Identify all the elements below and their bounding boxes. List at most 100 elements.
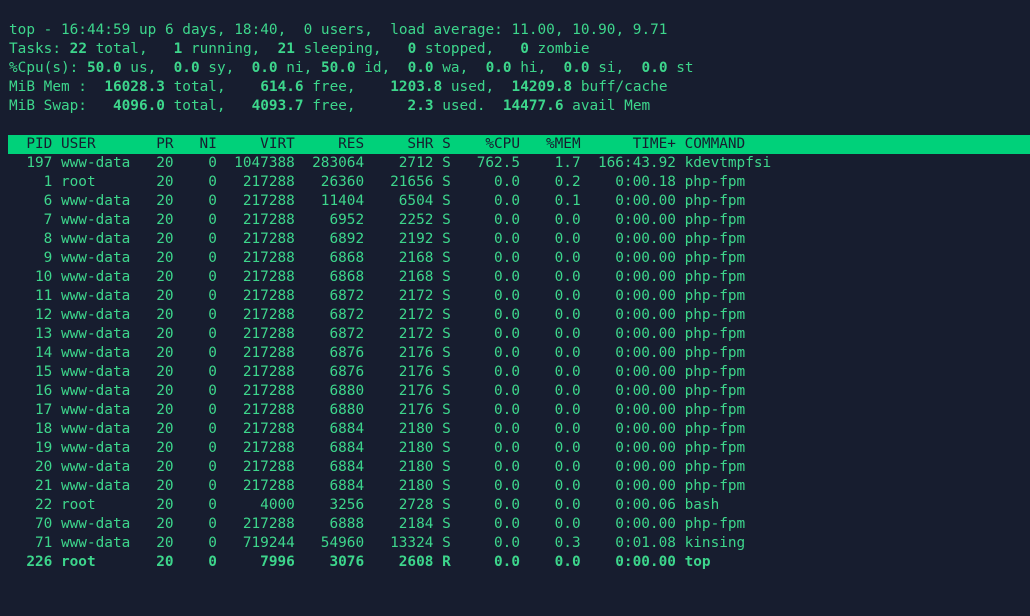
cell-cpu: 0.0: [494, 345, 521, 361]
summary-label: ni,: [277, 60, 321, 76]
cell-cpu: 0.0: [494, 421, 521, 437]
process-row[interactable]: 6 www-data 20 0 217288 11404 6504 S 0.0 0.1 0:00.0…: [9, 192, 1030, 211]
cell-user: www-data: [60, 459, 131, 475]
cell-state: S: [442, 269, 451, 285]
summary-value: 14477.6: [502, 98, 564, 114]
process-row[interactable]: 19 www-data 20 0 217288 6884 2180 S 0.0 0.0 0:00.0…: [9, 439, 1030, 458]
cell-user: www-data: [60, 307, 131, 323]
cell-cpu: 0.0: [494, 364, 521, 380]
cell-ni: 0: [208, 231, 217, 247]
cell-time: 0:00.00: [615, 212, 676, 228]
process-row[interactable]: 20 www-data 20 0 217288 6884 2180 S 0.0 0.0 0:00.0…: [9, 458, 1030, 477]
cell-ni: 0: [208, 250, 217, 266]
process-row[interactable]: 8 www-data 20 0 217288 6892 2192 S 0.0 0.0 0:00.00…: [9, 230, 1030, 249]
process-row[interactable]: 14 www-data 20 0 217288 6876 2176 S 0.0 0.0 0:00.0…: [9, 344, 1030, 363]
cell-virt: 7996: [260, 554, 295, 570]
summary-value: 16028.3: [104, 79, 165, 95]
process-row[interactable]: 1 root 20 0 217288 26360 21656 S 0.0 0.2 0:00.18 ph…: [9, 173, 1030, 192]
cell-pid: 17: [34, 402, 53, 418]
cell-shr: 2168: [398, 269, 434, 285]
process-row[interactable]: 10 www-data 20 0 217288 6868 2168 S 0.0 0.0 0:00.0…: [9, 268, 1030, 287]
cell-virt: 217288: [242, 402, 295, 418]
process-row[interactable]: 71 www-data 20 0 719244 54960 13324 S 0.0 0.3 0:01…: [9, 534, 1030, 553]
cell-res: 26360: [320, 174, 365, 190]
cell-virt: 217288: [242, 269, 295, 285]
column-header-time: TIME+: [632, 136, 676, 152]
process-row[interactable]: 13 www-data 20 0 217288 6872 2172 S 0.0 0.0 0:00.0…: [9, 325, 1030, 344]
summary-label: sy,: [199, 60, 252, 76]
process-row[interactable]: 16 www-data 20 0 217288 6880 2176 S 0.0 0.0 0:00.0…: [9, 382, 1030, 401]
cell-pid: 226: [26, 554, 53, 570]
summary-label: used,: [442, 79, 512, 95]
cell-pid: 12: [34, 307, 53, 323]
cell-ni: 0: [208, 383, 217, 399]
cell-time: 0:00.00: [615, 326, 676, 342]
process-row[interactable]: 197 www-data 20 0 1047388 283064 2712 S 762.5 1.7…: [9, 154, 1030, 173]
column-header-ni: NI: [199, 136, 217, 152]
cell-res: 6868: [329, 250, 365, 266]
cell-pr: 20: [156, 326, 174, 342]
cell-ni: 0: [208, 402, 217, 418]
cell-pid: 16: [34, 383, 53, 399]
cell-command: php-fpm: [684, 421, 746, 437]
cell-state: S: [442, 440, 451, 456]
process-table-body[interactable]: 197 www-data 20 0 1047388 283064 2712 S 762.5 1.7…: [9, 154, 1030, 572]
cell-mem: 0.0: [554, 269, 581, 285]
cell-shr: 2176: [398, 364, 434, 380]
process-row[interactable]: 15 www-data 20 0 217288 6876 2176 S 0.0 0.0 0:00.0…: [9, 363, 1030, 382]
cell-cpu: 0.0: [494, 212, 521, 228]
cell-shr: 21656: [390, 174, 434, 190]
cell-user: root: [60, 554, 96, 570]
cell-command: php-fpm: [684, 288, 746, 304]
cell-state: S: [442, 383, 451, 399]
cell-state: S: [442, 459, 451, 475]
cell-user: www-data: [60, 535, 131, 551]
cell-virt: 217288: [242, 459, 295, 475]
process-row[interactable]: 226 root 20 0 7996 3076 2608 R 0.0 0.0 0:00.00 top: [9, 553, 1030, 572]
cell-state: S: [442, 326, 451, 342]
summary-label: us,: [121, 60, 174, 76]
cell-state: S: [442, 497, 451, 513]
cell-virt: 217288: [242, 174, 295, 190]
cell-shr: 13324: [390, 535, 434, 551]
cell-ni: 0: [208, 345, 217, 361]
summary-label: total,: [86, 41, 174, 57]
cell-state: S: [442, 421, 451, 437]
cell-user: www-data: [60, 402, 131, 418]
cell-mem: 0.0: [554, 459, 581, 475]
cell-res: 6868: [329, 269, 365, 285]
process-row[interactable]: 21 www-data 20 0 217288 6884 2180 S 0.0 0.0 0:00.0…: [9, 477, 1030, 496]
process-row[interactable]: 7 www-data 20 0 217288 6952 2252 S 0.0 0.0 0:00.00…: [9, 211, 1030, 230]
cell-ni: 0: [208, 269, 217, 285]
cell-ni: 0: [208, 421, 217, 437]
terminal-window[interactable]: top - 16:44:59 up 6 days, 18:40, 0 users…: [8, 21, 1030, 572]
process-row[interactable]: 11 www-data 20 0 217288 6872 2172 S 0.0 0.0 0:00.0…: [9, 287, 1030, 306]
cell-time: 0:00.00: [615, 554, 676, 570]
cell-ni: 0: [208, 326, 217, 342]
cell-command: php-fpm: [684, 193, 746, 209]
cell-virt: 217288: [242, 231, 295, 247]
column-header-command: COMMAND: [684, 136, 746, 152]
cell-pid: 19: [34, 440, 53, 456]
cell-pid: 22: [34, 497, 53, 513]
process-row[interactable]: 12 www-data 20 0 217288 6872 2172 S 0.0 0.0 0:00.0…: [9, 306, 1030, 325]
process-row[interactable]: 17 www-data 20 0 217288 6880 2176 S 0.0 0.0 0:00.0…: [9, 401, 1030, 420]
summary-label: stopped,: [416, 41, 521, 57]
cell-virt: 217288: [242, 440, 295, 456]
cell-shr: 2180: [398, 478, 434, 494]
cell-ni: 0: [208, 554, 217, 570]
process-row[interactable]: 22 root 20 0 4000 3256 2728 S 0.0 0.0 0:00.06 bash: [9, 496, 1030, 515]
cell-pr: 20: [156, 212, 174, 228]
cell-shr: 2176: [398, 345, 434, 361]
summary-value: 4096.0: [112, 98, 165, 114]
process-row[interactable]: 70 www-data 20 0 217288 6888 2184 S 0.0 0.0 0:00.0…: [9, 515, 1030, 534]
summary-value: 0: [407, 41, 417, 57]
swap-line: MiB Swap: 4096.0 total, 4093.7 free, 2.3…: [9, 97, 1030, 116]
cell-state: S: [442, 402, 451, 418]
process-row[interactable]: 18 www-data 20 0 217288 6884 2180 S 0.0 0.0 0:00.0…: [9, 420, 1030, 439]
cell-ni: 0: [208, 212, 217, 228]
cell-mem: 0.0: [554, 288, 581, 304]
column-header-mem: %MEM: [545, 136, 581, 152]
summary-value: 0.0: [407, 60, 434, 76]
process-row[interactable]: 9 www-data 20 0 217288 6868 2168 S 0.0 0.0 0:00.00…: [9, 249, 1030, 268]
